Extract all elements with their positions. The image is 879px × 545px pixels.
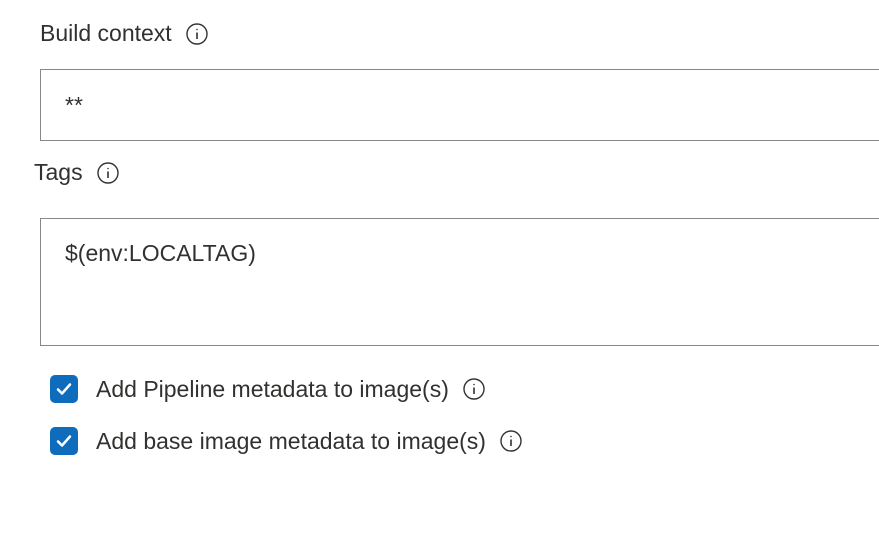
info-icon[interactable] [186,23,208,45]
pipeline-metadata-row: Add Pipeline metadata to image(s) [50,375,879,403]
info-icon[interactable] [97,162,119,184]
tags-input[interactable] [40,218,879,346]
build-context-input[interactable] [40,69,879,141]
tags-label: Tags [34,159,83,186]
pipeline-metadata-checkbox[interactable] [50,375,78,403]
info-icon[interactable] [463,378,485,400]
base-image-metadata-row: Add base image metadata to image(s) [50,427,879,455]
base-image-metadata-label: Add base image metadata to image(s) [96,428,486,455]
base-image-metadata-checkbox[interactable] [50,427,78,455]
tags-field: Tags [40,159,879,351]
build-context-label: Build context [40,20,172,47]
info-icon[interactable] [500,430,522,452]
build-context-label-row: Build context [40,20,879,47]
tags-label-row: Tags [34,159,879,186]
build-context-field: Build context [40,20,879,141]
pipeline-metadata-label: Add Pipeline metadata to image(s) [96,376,449,403]
